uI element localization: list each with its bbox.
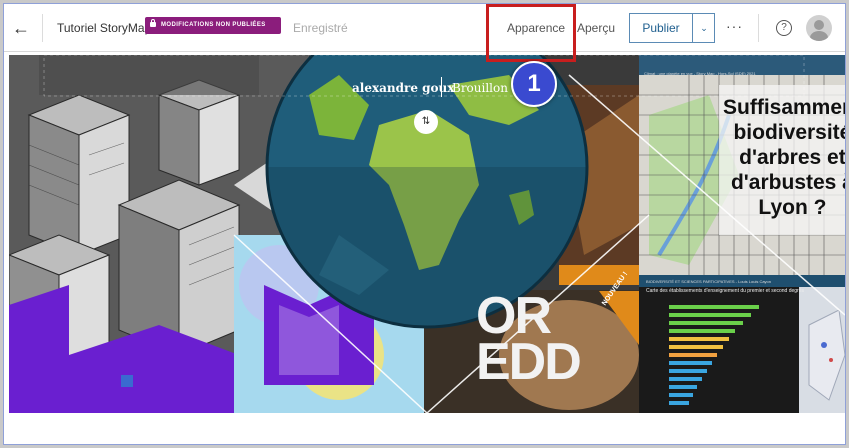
help-icon[interactable]: ? <box>776 20 792 36</box>
map-tile-caption: Climat : une planète en vue - Story Map … <box>644 71 756 76</box>
ordd-tile-text: OR EDD <box>476 290 582 388</box>
appearance-highlight-box <box>486 4 576 62</box>
draft-status: Brouillon <box>452 81 508 95</box>
top-bar: ← Tutoriel StoryMap MODIFICATIONS NON PU… <box>4 4 845 52</box>
story-cover: alexandre goux Brouillon ⇅ Climat : une … <box>9 55 845 413</box>
biodiversity-tile-text: Suffisamment biodiversité d'arbres et d'… <box>723 95 845 220</box>
user-avatar[interactable] <box>806 15 832 41</box>
divider <box>42 14 43 42</box>
biodiversity-text: Suffisamment biodiversité d'arbres et d'… <box>723 96 845 219</box>
byline-divider <box>441 77 442 97</box>
lock-icon <box>150 19 156 27</box>
divider <box>758 14 759 42</box>
swap-icon[interactable]: ⇅ <box>414 110 438 134</box>
ordd-text: OR EDD <box>476 287 582 391</box>
storymap-editor: ← Tutoriel StoryMap MODIFICATIONS NON PU… <box>3 3 846 445</box>
cover-collage-image <box>9 55 845 413</box>
more-options-icon[interactable]: ··· <box>726 18 743 34</box>
author-name: alexandre goux <box>352 81 455 95</box>
save-status: Enregistré <box>293 21 348 35</box>
chart-tile-title: Carte des établissements d'enseignement … <box>646 288 804 294</box>
step-marker: 1 <box>511 61 557 107</box>
badge-label: MODIFICATIONS NON PUBLIÉES <box>161 22 266 28</box>
story-title: Tutoriel StoryMap <box>57 21 152 35</box>
publish-dropdown-chevron-icon[interactable]: ⌄ <box>692 14 715 42</box>
back-arrow-icon[interactable]: ← <box>10 17 32 39</box>
biodiversity-tile-caption: BIODIVERSITÉ ET SCIENCES PARTICIPATIVES … <box>646 279 772 284</box>
unpublished-changes-badge: MODIFICATIONS NON PUBLIÉES <box>145 17 281 34</box>
preview-button[interactable]: Aperçu <box>577 21 615 35</box>
publish-button[interactable]: Publier <box>630 14 692 42</box>
publish-button-group: Publier ⌄ <box>629 13 715 43</box>
